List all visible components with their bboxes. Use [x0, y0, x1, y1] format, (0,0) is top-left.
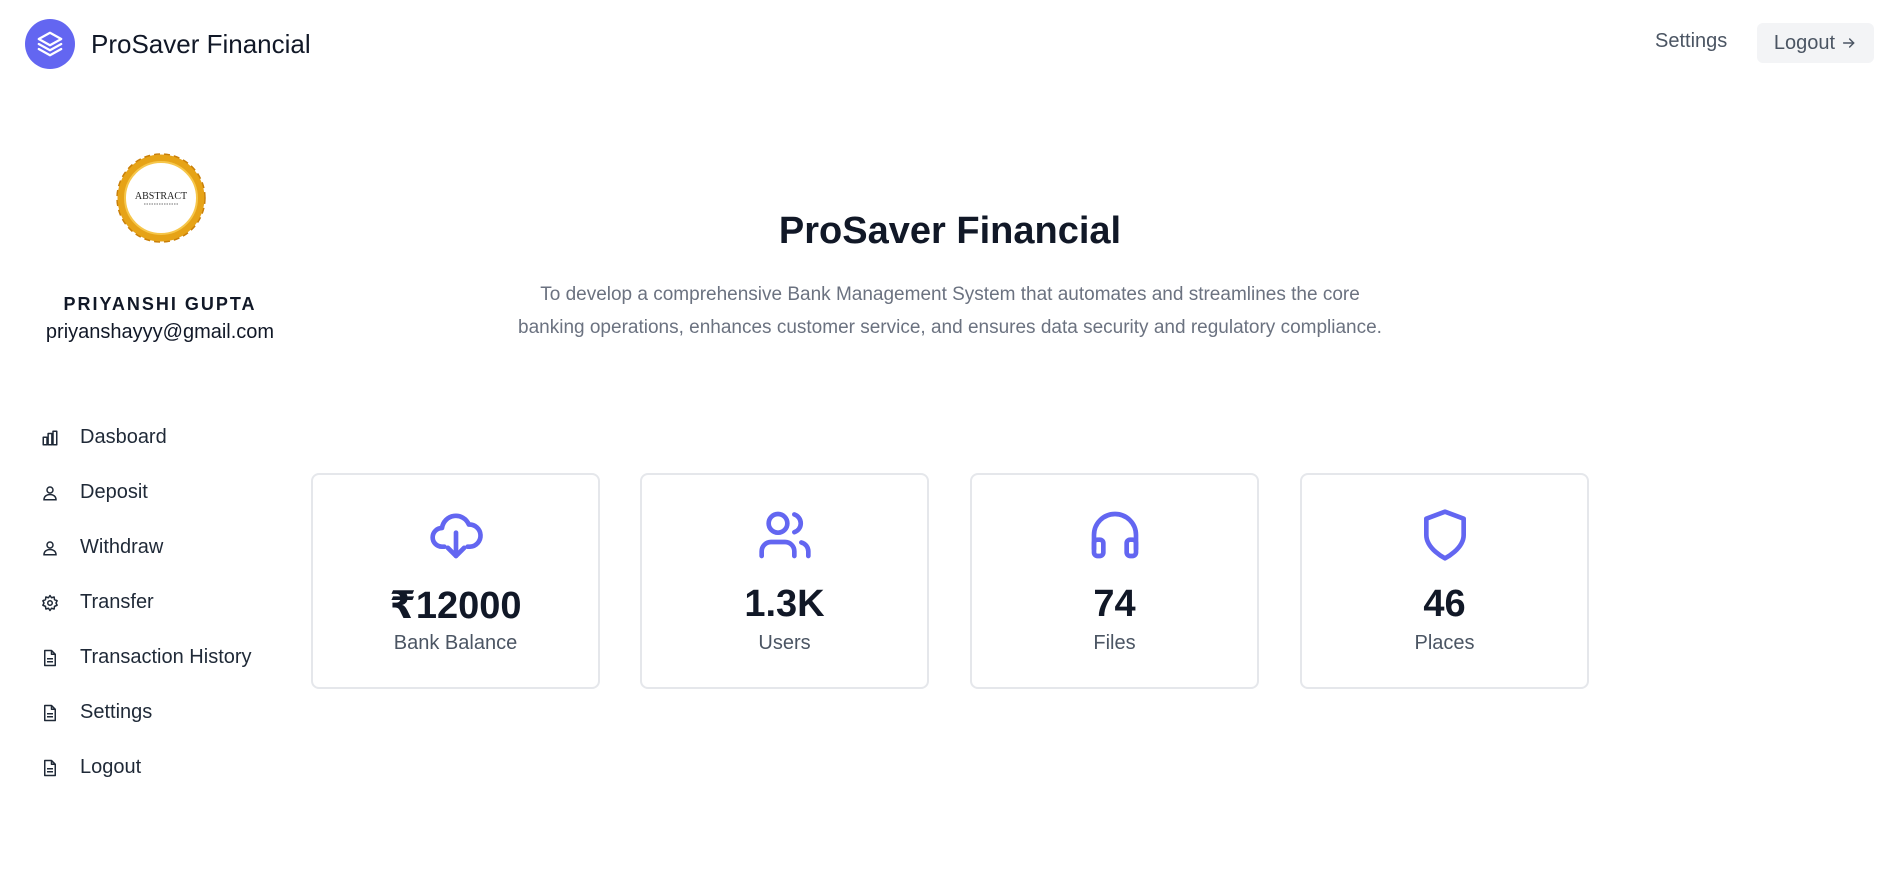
sidebar-item-transaction-history[interactable]: Transaction History: [40, 630, 252, 685]
header-logout-label: Logout: [1773, 31, 1836, 54]
user-icon: [40, 483, 60, 503]
stat-card-users: 1.3K Users: [640, 473, 929, 689]
stat-value: ₹12000: [389, 585, 522, 627]
avatar: ABSTRACT: [116, 153, 206, 243]
layers-icon: [25, 19, 75, 69]
stat-card-files: 74 Files: [970, 473, 1259, 689]
sidebar-item-label: Logout: [80, 756, 142, 778]
stat-card-places: 46 Places: [1300, 473, 1589, 689]
sidebar-item-label: Dasboard: [80, 426, 167, 448]
document-icon: [40, 648, 60, 668]
brand-name: ProSaver Financial: [91, 28, 311, 59]
user-email: priyanshayyy@gmail.com: [45, 321, 275, 343]
sidebar-item-deposit[interactable]: Deposit: [40, 465, 252, 520]
header-settings-link[interactable]: Settings: [1655, 30, 1727, 53]
avatar-text: ABSTRACT: [135, 191, 187, 202]
stat-label: Bank Balance: [393, 632, 518, 654]
sidebar-nav: Dasboard Deposit Withdraw Transfer Trans…: [40, 410, 252, 795]
headphones-icon: [972, 507, 1257, 563]
page-description: To develop a comprehensive Bank Manageme…: [518, 284, 1382, 338]
arrow-right-icon: [1843, 38, 1855, 48]
sidebar-item-label: Transaction History: [80, 646, 252, 668]
sidebar-item-settings[interactable]: Settings: [40, 685, 252, 740]
brand-link[interactable]: ProSaver Financial: [25, 18, 311, 70]
user-icon: [40, 538, 60, 558]
top-header: ProSaver Financial Settings Logout: [0, 0, 1889, 88]
stat-label: Places: [1414, 632, 1475, 654]
document-icon: [40, 703, 60, 723]
gear-icon: [40, 593, 60, 613]
sidebar-item-label: Transfer: [80, 591, 154, 613]
document-icon: [40, 758, 60, 778]
stat-value: 74: [1093, 583, 1136, 625]
page-title: ProSaver Financial: [778, 210, 1122, 252]
stat-value: 1.3K: [744, 583, 825, 625]
stat-label: Files: [1093, 632, 1136, 654]
sidebar-item-label: Deposit: [80, 481, 148, 503]
bar-chart-icon: [40, 428, 60, 448]
shield-icon: [1302, 507, 1587, 563]
users-icon: [642, 507, 927, 563]
stat-card-bank-balance: ₹12000 Bank Balance: [311, 473, 600, 689]
sidebar-item-logout[interactable]: Logout: [40, 740, 252, 795]
header-logout-button[interactable]: Logout: [1757, 23, 1874, 63]
cloud-download-icon: [313, 507, 598, 563]
stat-value: 46: [1423, 583, 1466, 625]
sidebar: ABSTRACT PRIYANSHI GUPTA priyanshayyy@gm…: [0, 88, 310, 883]
sidebar-item-transfer[interactable]: Transfer: [40, 575, 252, 630]
sidebar-item-label: Withdraw: [80, 536, 164, 558]
sidebar-item-label: Settings: [80, 701, 153, 723]
user-name: PRIYANSHI GUPTA: [63, 294, 257, 314]
sidebar-item-dashboard[interactable]: Dasboard: [40, 410, 252, 465]
sidebar-item-withdraw[interactable]: Withdraw: [40, 520, 252, 575]
stat-label: Users: [758, 632, 811, 654]
